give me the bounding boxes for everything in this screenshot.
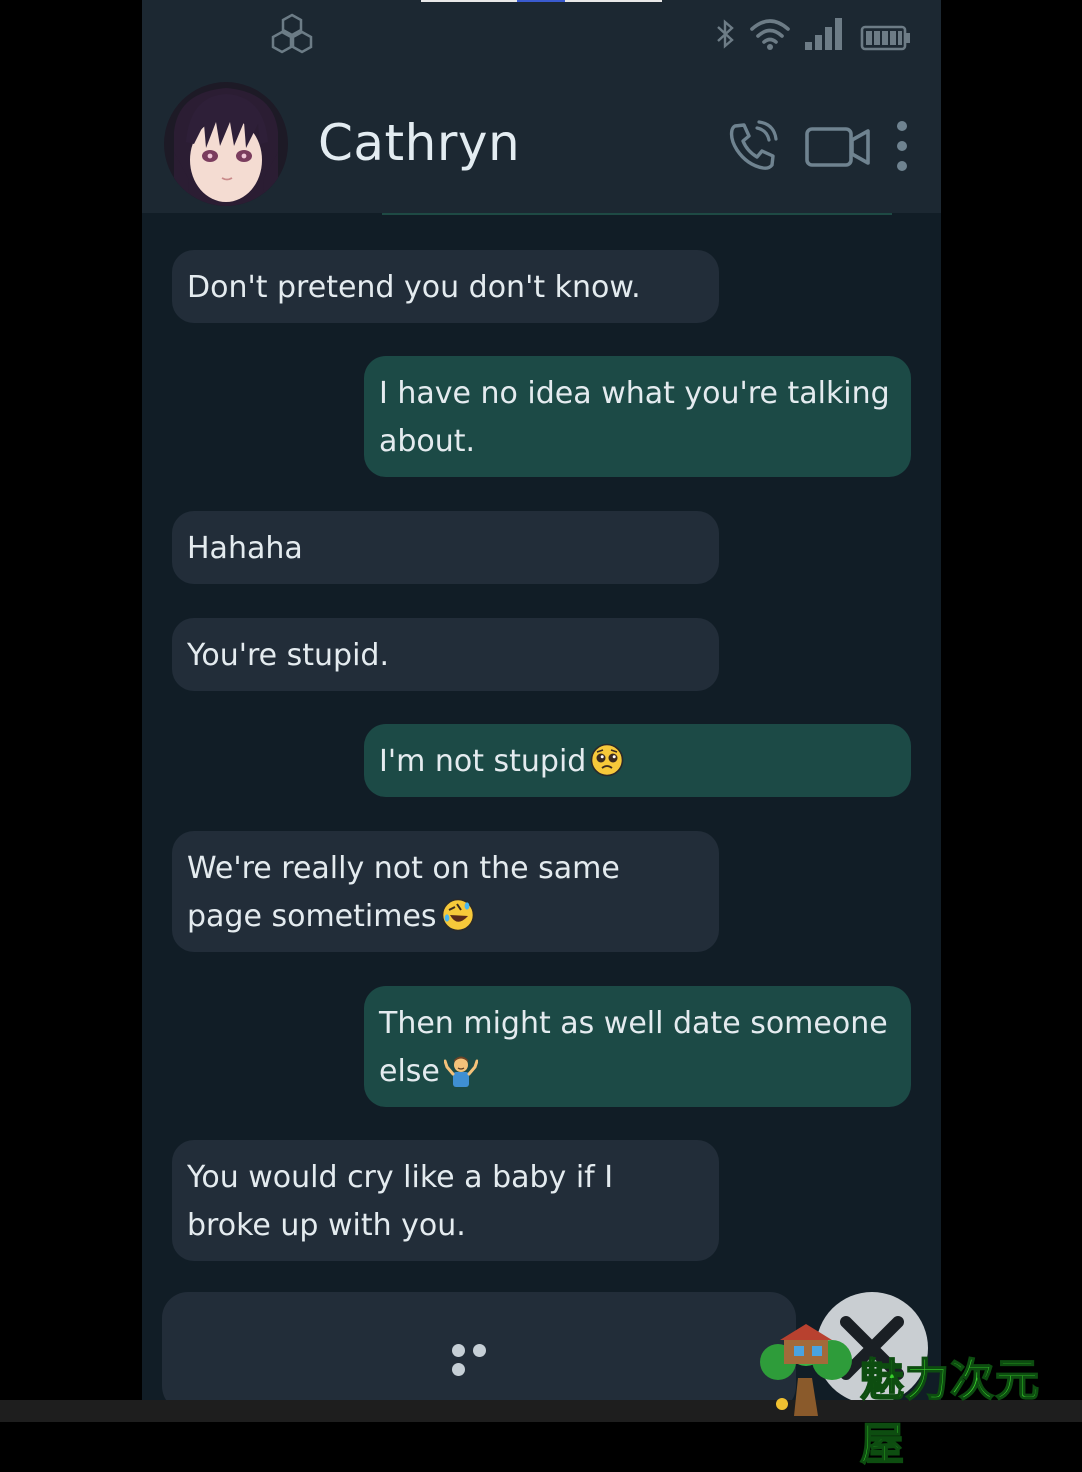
- message-received[interactable]: You would cry like a baby if I broke up …: [172, 1140, 719, 1261]
- wifi-icon: [750, 19, 790, 50]
- typing-dots-icon: [452, 1342, 512, 1376]
- message-text: We're really not on the same page someti…: [187, 851, 620, 934]
- avatar[interactable]: [164, 82, 288, 206]
- battery-icon: [860, 25, 910, 51]
- treehouse-logo-icon: [760, 1324, 852, 1416]
- message-text: Hahaha: [187, 531, 303, 566]
- message-received[interactable]: We're really not on the same page someti…: [172, 831, 719, 952]
- message-text: I have no idea what you're talking about…: [379, 376, 890, 459]
- top-indicator: [421, 0, 662, 2]
- bluetooth-icon: [717, 19, 734, 49]
- typing-bubble[interactable]: [162, 1292, 796, 1400]
- chat-header: Cathryn: [142, 72, 941, 213]
- message-text: Don't pretend you don't know.: [187, 270, 641, 305]
- watermark: 魅力次元屋: [758, 1318, 1082, 1471]
- message-received[interactable]: You're stupid.: [172, 618, 719, 691]
- contact-name[interactable]: Cathryn: [318, 114, 520, 172]
- watermark-text: 魅力次元屋: [859, 1354, 1040, 1471]
- app-logo-icon: [271, 13, 313, 54]
- message-sent[interactable]: Then might as well date someone else: [364, 986, 911, 1107]
- cell-signal-icon: [805, 18, 842, 50]
- status-bar: [142, 0, 941, 72]
- rolling-laughing-emoji: [441, 898, 474, 931]
- video-call-icon[interactable]: [804, 126, 872, 168]
- person-shrugging-emoji: [443, 1056, 478, 1087]
- pleading-face-emoji: [591, 743, 624, 776]
- header-divider: [382, 213, 892, 215]
- message-received[interactable]: Hahaha: [172, 511, 719, 584]
- message-text: You would cry like a baby if I broke up …: [187, 1160, 614, 1243]
- phone-call-icon[interactable]: [725, 120, 781, 172]
- message-sent[interactable]: I have no idea what you're talking about…: [364, 356, 911, 477]
- message-text: You're stupid.: [187, 638, 389, 673]
- more-options-icon[interactable]: [894, 120, 910, 172]
- message-received[interactable]: Don't pretend you don't know.: [172, 250, 719, 323]
- phone-screen: Cathryn Don't pretend you don't know. I …: [142, 0, 941, 1400]
- message-sent[interactable]: I'm not stupid: [364, 724, 911, 797]
- message-text: I'm not stupid: [379, 744, 587, 779]
